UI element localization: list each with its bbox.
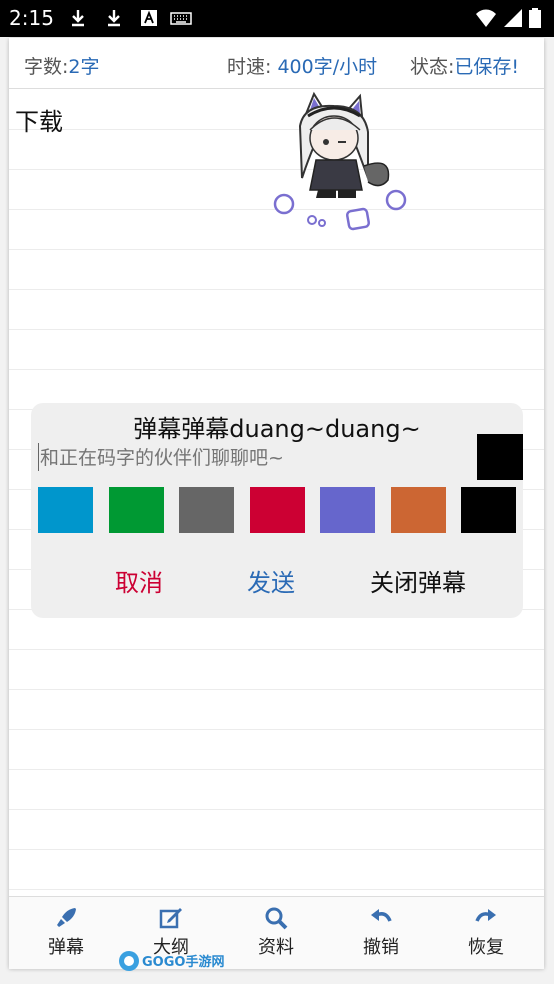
save-status-value: 已保存! <box>454 56 520 78</box>
wifi-icon <box>476 9 496 27</box>
word-count-label: 字数: <box>24 56 69 78</box>
document-text[interactable]: 下载 <box>15 102 63 137</box>
color-swatch[interactable] <box>108 487 164 533</box>
speed-label: 时速: <box>227 56 272 78</box>
mascot-sticker <box>273 91 407 231</box>
stats-bar: 字数:2字 时速: 400字/小时 状态:已保存! <box>9 38 544 89</box>
rocket-icon <box>57 908 76 927</box>
danmaku-dialog: 弹幕弹幕duang~duang~ 取消 发送 关闭弹幕 <box>31 403 523 618</box>
download-icon <box>108 10 120 27</box>
nav-materials[interactable]: 资料 <box>236 905 316 959</box>
nav-materials-label: 资料 <box>258 937 294 958</box>
selected-color-swatch <box>477 434 523 480</box>
color-swatch[interactable] <box>320 487 375 533</box>
bottom-nav: 弹幕 大纲 资料 撤销 恢复 <box>9 896 544 969</box>
color-swatch[interactable] <box>249 487 305 533</box>
search-icon <box>265 907 288 930</box>
watermark-text: GOGO手游网 <box>142 954 224 970</box>
nav-undo[interactable]: 撤销 <box>341 905 421 959</box>
save-status-label: 状态: <box>410 56 455 78</box>
speed: 时速: 400字/小时 <box>227 52 377 79</box>
color-swatch[interactable] <box>179 487 234 533</box>
keyboard-icon <box>170 12 192 25</box>
color-swatch[interactable] <box>390 487 446 533</box>
color-swatch[interactable] <box>461 487 516 533</box>
status-time: 2:15 <box>9 6 54 30</box>
word-count-value: 2字 <box>68 56 100 78</box>
nav-redo[interactable]: 恢复 <box>446 905 526 959</box>
redo-icon <box>475 909 496 922</box>
speed-value: 400字/小时 <box>277 56 378 78</box>
edit-icon <box>159 908 182 929</box>
word-count: 字数:2字 <box>24 52 100 79</box>
undo-icon <box>371 909 392 922</box>
save-status: 状态:已保存! <box>410 52 519 79</box>
nav-undo-label: 撤销 <box>363 937 399 958</box>
danmaku-input[interactable] <box>38 441 465 475</box>
signal-icon <box>504 9 522 27</box>
nav-redo-label: 恢复 <box>468 937 504 958</box>
nav-danmaku[interactable]: 弹幕 <box>26 905 106 959</box>
gogo-watermark-logo: GOGO手游网 <box>119 951 224 971</box>
color-swatch[interactable] <box>38 487 93 533</box>
text-a-icon <box>141 10 157 26</box>
dialog-title: 弹幕弹幕duang~duang~ <box>133 415 421 443</box>
cancel-button[interactable]: 取消 <box>115 563 163 598</box>
download-icon <box>72 10 84 27</box>
nav-danmaku-label: 弹幕 <box>48 937 84 958</box>
close-danmaku-button[interactable]: 关闭弹幕 <box>370 563 466 598</box>
battery-icon <box>529 8 541 28</box>
text-cursor <box>38 443 39 471</box>
send-button[interactable]: 发送 <box>247 563 295 598</box>
status-bar: 2:15 <box>0 0 554 37</box>
